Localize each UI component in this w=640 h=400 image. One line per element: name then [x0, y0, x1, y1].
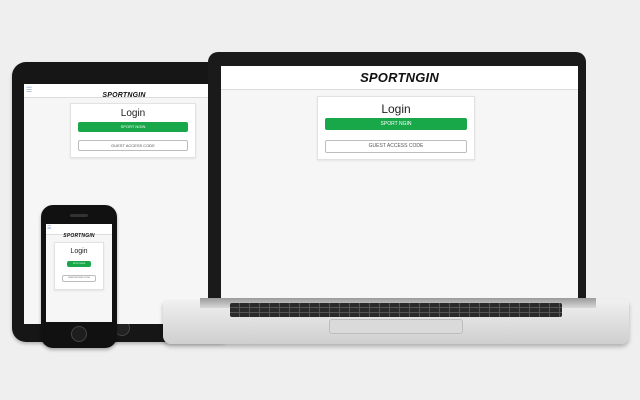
guest-access-code-button[interactable]: GUEST ACCESS CODE [62, 275, 96, 282]
phone-home-button [71, 326, 87, 342]
login-title: Login [120, 108, 146, 119]
sport-ngin-login-button[interactable]: SPORT NGIN [67, 261, 91, 267]
logo[interactable]: SPORTNGIN [63, 233, 94, 239]
laptop-screen: SPORTNGIN Login SPORT NGIN GUEST ACCESS … [221, 66, 578, 298]
login-title: Login [381, 102, 411, 116]
phone-screen: ☰ SPORTNGIN Login SPORT NGIN GUEST ACCES… [46, 224, 112, 322]
phone-speaker [70, 214, 88, 217]
guest-access-code-button[interactable]: GUEST ACCESS CODE [325, 140, 467, 153]
top-bar: ☰ SPORTNGIN [46, 224, 112, 239]
guest-access-code-button[interactable]: GUEST ACCESS CODE [78, 140, 188, 151]
login-card: Login SPORT NGIN GUEST ACCESS CODE [317, 96, 475, 160]
hamburger-menu-icon[interactable]: ☰ [47, 226, 51, 231]
login-card: Login SPORT NGIN GUEST ACCESS CODE [54, 242, 104, 290]
sport-ngin-login-button[interactable]: SPORT NGIN [78, 122, 188, 132]
hamburger-menu-icon[interactable]: ☰ [26, 87, 32, 94]
login-card: Login SPORT NGIN GUEST ACCESS CODE [70, 103, 196, 158]
logo[interactable]: SPORTNGIN [360, 70, 439, 85]
laptop-keyboard [230, 303, 562, 317]
logo[interactable]: SPORTNGIN [102, 92, 145, 99]
laptop-trackpad [329, 319, 463, 334]
top-bar: ☰ SPORTNGIN [24, 84, 224, 99]
sport-ngin-login-button[interactable]: SPORT NGIN [325, 118, 467, 130]
login-title: Login [70, 248, 88, 255]
top-bar: SPORTNGIN [221, 66, 578, 90]
